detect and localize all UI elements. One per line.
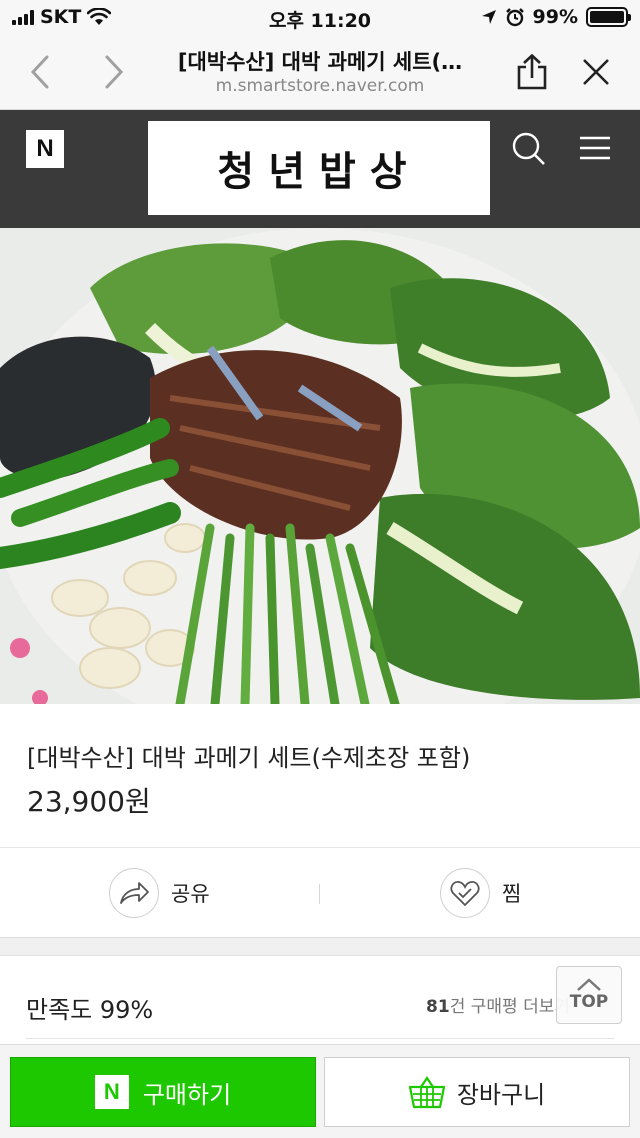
menu-icon[interactable]: [575, 128, 615, 168]
naver-logo[interactable]: N: [26, 130, 64, 168]
share-circle: [109, 868, 159, 918]
store-header: N 청년밥상: [0, 110, 640, 228]
buy-label: 구매하기: [142, 1080, 232, 1109]
reviews-link[interactable]: 81건 구매평 더보기: [426, 992, 570, 1017]
page-url[interactable]: m.smartstore.naver.com: [150, 76, 490, 96]
product-name: [대박수산] 대박 과메기 세트(수제초장 포함): [27, 744, 471, 772]
status-bar: SKT 오후 11:20 99%: [0, 0, 640, 36]
status-right: 99%: [481, 6, 631, 28]
wish-button[interactable]: 찜: [440, 868, 521, 918]
forward-icon: [105, 55, 124, 89]
chevron-up-icon: [577, 978, 601, 991]
action-divider: [319, 884, 320, 904]
top-label: TOP: [569, 992, 609, 1012]
wish-circle: [440, 868, 490, 918]
share-page-button[interactable]: [510, 50, 554, 94]
satisfaction-section: 만족도 99% 81건 구매평 더보기: [0, 956, 640, 1044]
battery-icon: [586, 7, 631, 27]
product-photo: [0, 228, 640, 704]
share-arrow-icon: [120, 882, 149, 904]
buy-button[interactable]: N 구매하기: [10, 1057, 316, 1127]
browser-toolbar: [대박수산] 대박 과메기 세트(… m.smartstore.naver.co…: [0, 36, 640, 110]
forward-button[interactable]: [92, 50, 136, 94]
satisfaction-label: 만족도 99%: [26, 996, 154, 1024]
wish-label: 찜: [502, 882, 522, 906]
page-title[interactable]: [대박수산] 대박 과메기 세트(…: [150, 46, 490, 76]
section-gap: [0, 938, 640, 956]
action-row: 공유 찜: [0, 848, 640, 938]
review-suffix: 건 구매평 더보기: [449, 997, 570, 1017]
divider-line: [26, 1038, 614, 1039]
back-button[interactable]: [18, 50, 62, 94]
naver-pay-logo: N: [94, 1075, 129, 1109]
top-button[interactable]: TOP: [556, 966, 622, 1024]
back-icon: [30, 55, 49, 89]
review-count: 81: [426, 997, 450, 1017]
location-icon: [481, 10, 496, 24]
basket-icon: [408, 1076, 445, 1109]
product-price: 23,900원: [27, 785, 151, 818]
share-product-button[interactable]: 공유: [109, 868, 210, 918]
heart-icon: [450, 881, 480, 907]
search-icon[interactable]: [508, 128, 548, 168]
product-info: [대박수산] 대박 과메기 세트(수제초장 포함) 23,900원: [0, 704, 640, 848]
cart-button[interactable]: 장바구니: [324, 1057, 630, 1127]
cart-label: 장바구니: [456, 1080, 546, 1109]
purchase-bar: N 구매하기 장바구니: [0, 1044, 640, 1138]
battery-percent: 99%: [532, 6, 578, 28]
share-label: 공유: [171, 882, 210, 906]
share-icon: [517, 54, 547, 90]
close-button[interactable]: [574, 50, 618, 94]
alarm-icon: [505, 8, 524, 27]
close-icon: [583, 59, 609, 85]
product-image[interactable]: [0, 228, 640, 704]
store-name[interactable]: 청년밥상: [148, 121, 490, 215]
